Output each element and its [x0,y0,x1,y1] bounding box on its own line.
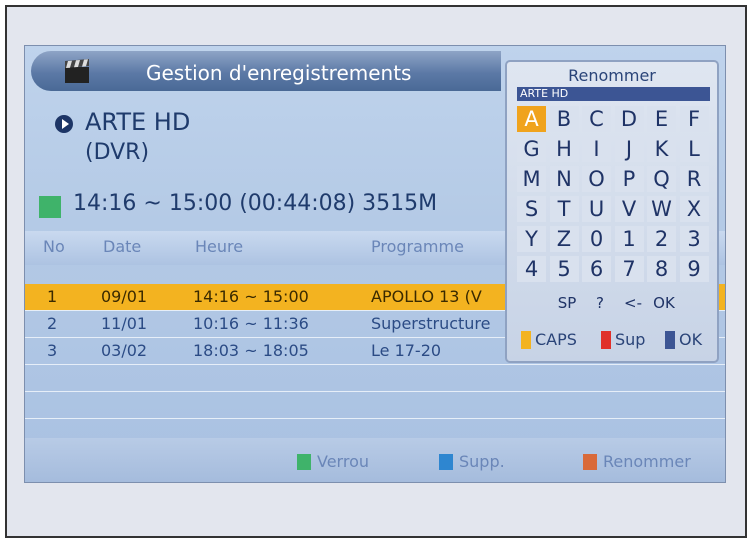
key-m[interactable]: M [517,166,546,192]
key-w[interactable]: W [647,196,676,222]
key-f[interactable]: F [679,106,709,132]
column-header-program: Programme [371,237,464,256]
backspace-key[interactable]: <- [618,291,648,315]
key-g[interactable]: G [517,136,546,162]
row-no: 1 [47,287,58,306]
key-9[interactable]: 9 [679,256,709,282]
column-header-no: No [43,237,65,256]
row-program: Superstructure [371,314,491,333]
key-i[interactable]: I [582,136,611,162]
space-key[interactable]: SP [552,291,582,315]
row-time: 10:16 ~ 11:36 [193,314,309,333]
key-b[interactable]: B [549,106,579,132]
key-j[interactable]: J [614,136,644,162]
key-o[interactable]: O [582,166,611,192]
column-header-time: Heure [195,237,244,256]
question-key[interactable]: ? [585,291,615,315]
play-icon [55,115,73,133]
recording-status-icon [39,196,61,218]
ok-key[interactable]: OK [647,291,681,315]
row-program: Le 17-20 [371,341,442,360]
key-4[interactable]: 4 [517,256,546,282]
key-q[interactable]: Q [647,166,676,192]
clapperboard-icon [65,59,89,83]
key-p[interactable]: P [614,166,644,192]
row-date: 09/01 [101,287,148,306]
empty-row [25,392,725,419]
page-title: Gestion d'enregistrements [146,61,412,85]
ok-label: OK [679,330,703,349]
row-program: APOLLO 13 (V [371,287,482,306]
key-u[interactable]: U [582,196,611,222]
key-c[interactable]: C [582,106,611,132]
green-key-icon [297,454,311,470]
recording-info: 14:16 ~ 15:00 (00:44:08) 3515M [73,191,438,216]
key-1[interactable]: 1 [614,226,644,252]
row-date: 11/01 [101,314,148,333]
key-l[interactable]: L [679,136,709,162]
rename-dialog: Renommer ARTE HD ABCDEF GHIJKL MNOPQR STUVW… [505,60,719,363]
key-z[interactable]: Z [549,226,579,252]
key-x[interactable]: X [679,196,709,222]
key-h[interactable]: H [549,136,579,162]
key-2[interactable]: 2 [647,226,676,252]
row-date: 03/02 [101,341,148,360]
dialog-title: Renommer [568,66,656,85]
row-no: 2 [47,314,58,333]
key-8[interactable]: 8 [647,256,676,282]
key-k[interactable]: K [647,136,676,162]
key-y[interactable]: Y [517,226,546,252]
blue-key-icon [665,331,675,349]
name-input[interactable]: ARTE HD [517,87,710,101]
key-a[interactable]: A [517,106,546,132]
key-n[interactable]: N [549,166,579,192]
column-header-date: Date [103,237,142,256]
channel-name: ARTE HD [85,108,191,136]
orange-key-icon [583,454,597,470]
delete-label: Supp. [459,452,505,471]
row-no: 3 [47,341,58,360]
row-time: 18:03 ~ 18:05 [193,341,309,360]
empty-row [25,365,725,392]
key-6[interactable]: 6 [582,256,611,282]
key-e[interactable]: E [647,106,676,132]
key-5[interactable]: 5 [549,256,579,282]
row-time: 14:16 ~ 15:00 [193,287,309,306]
key-r[interactable]: R [679,166,709,192]
key-3[interactable]: 3 [679,226,709,252]
rename-label: Renommer [603,452,691,471]
lock-label: Verrou [317,452,369,471]
channel-type: (DVR) [85,140,150,165]
yellow-key-icon [521,331,531,349]
key-v[interactable]: V [614,196,644,222]
title-bar: Gestion d'enregistrements [31,51,501,91]
blue-key-icon [439,454,453,470]
key-d[interactable]: D [614,106,644,132]
key-t[interactable]: T [549,196,579,222]
key-s[interactable]: S [517,196,546,222]
red-key-icon [601,331,611,349]
key-0[interactable]: 0 [582,226,611,252]
sup-label: Sup [615,330,646,349]
caps-label: CAPS [535,330,577,349]
key-7[interactable]: 7 [614,256,644,282]
